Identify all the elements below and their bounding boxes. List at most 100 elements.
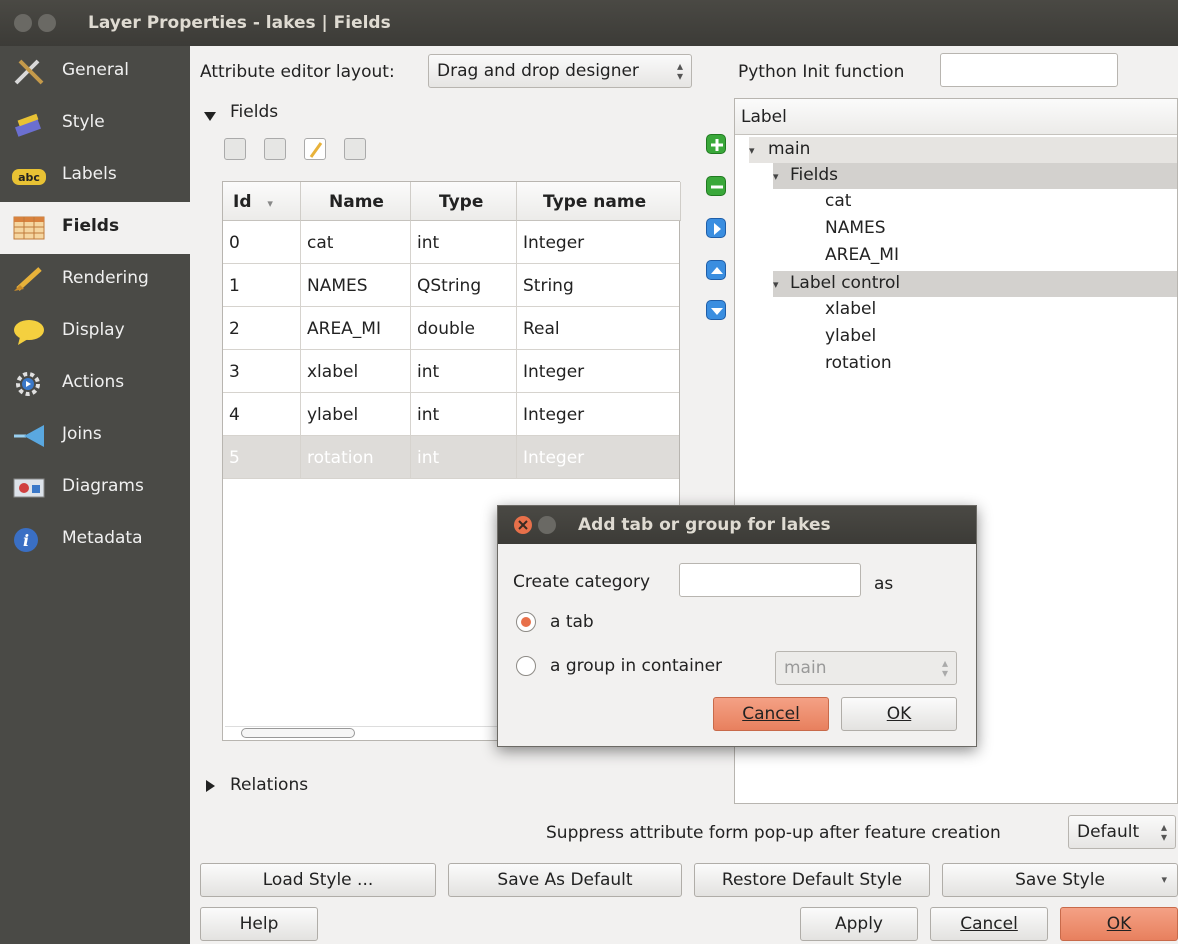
table-icon (12, 215, 48, 241)
sidebar-item-diagrams[interactable]: Diagrams (0, 462, 190, 514)
tree-node-rotation[interactable]: rotation (825, 353, 892, 373)
close-dialog-icon[interactable] (514, 516, 532, 534)
table-row[interactable]: 2 AREA_MI double Real (223, 307, 679, 350)
cell-type-name: Integer (523, 233, 585, 253)
collapse-triangle-icon[interactable] (204, 112, 216, 121)
move-right-icon[interactable] (706, 218, 726, 238)
sidebar-item-label: Style (62, 112, 105, 132)
minimize-window-icon[interactable] (38, 14, 56, 32)
sidebar-item-label: Labels (62, 164, 117, 184)
container-combo-value: main (784, 658, 827, 678)
column-header-type[interactable]: Type (411, 182, 517, 221)
column-header-name[interactable]: Name (301, 182, 411, 221)
cell-id: 1 (223, 264, 301, 307)
dialog-cancel-button[interactable]: Cancel (713, 697, 829, 731)
radio-tab-label: a tab (550, 612, 594, 632)
sidebar-item-style[interactable]: Style (0, 98, 190, 150)
cell-type: int (411, 350, 517, 393)
radio-group[interactable] (516, 656, 536, 676)
category-name-input[interactable] (679, 563, 861, 597)
cancel-button[interactable]: Cancel (930, 907, 1048, 941)
add-icon[interactable] (706, 134, 726, 154)
cell-type-name: Real (523, 319, 560, 339)
tree-node-area-mi[interactable]: AREA_MI (825, 245, 899, 265)
layout-combo[interactable]: Drag and drop designer ▴ ▾ (428, 54, 692, 88)
title-bar: Layer Properties - lakes | Fields (0, 0, 1178, 46)
updown-arrow-icon: ▴ ▾ (941, 656, 948, 680)
tools-icon (12, 59, 48, 85)
tree-node-label-control[interactable]: ▾ Label control (773, 271, 1177, 297)
scrollbar-thumb[interactable] (241, 728, 355, 738)
tree-node-xlabel[interactable]: xlabel (825, 299, 876, 319)
sidebar-item-metadata[interactable]: i Metadata (0, 514, 190, 566)
save-style-button[interactable]: Save Style ▾ (942, 863, 1178, 897)
edit-pencil-icon[interactable] (304, 138, 326, 160)
expand-triangle-icon[interactable] (206, 780, 215, 792)
cell-type-name: Integer (523, 362, 585, 382)
delete-field-icon[interactable] (264, 138, 286, 160)
suppress-combo[interactable]: Default ▴ ▾ (1068, 815, 1176, 849)
column-header-type-name[interactable]: Type name (517, 182, 681, 221)
move-down-icon[interactable] (706, 300, 726, 320)
sidebar-item-label: Actions (62, 372, 125, 392)
gear-icon (12, 371, 48, 397)
sidebar-item-joins[interactable]: Joins (0, 410, 190, 462)
table-row[interactable]: 1 NAMES QString String (223, 264, 679, 307)
cell-type: QString (411, 264, 517, 307)
sidebar-item-labels[interactable]: abc Labels (0, 150, 190, 202)
remove-icon[interactable] (706, 176, 726, 196)
tree-node-main[interactable]: ▾ main (749, 137, 1177, 163)
cell-id: 4 (223, 393, 301, 436)
tree-node-names[interactable]: NAMES (825, 218, 886, 238)
container-combo[interactable]: main ▴ ▾ (775, 651, 957, 685)
load-style-button[interactable]: Load Style ... (200, 863, 436, 897)
updown-arrow-icon: ▴ ▾ (1160, 820, 1167, 844)
cell-name: NAMES (301, 264, 411, 307)
tree-header[interactable]: Label (735, 99, 1177, 135)
info-icon: i (12, 527, 48, 553)
cell-id: 3 (223, 350, 301, 393)
add-tab-group-dialog: Add tab or group for lakes Create catego… (497, 505, 977, 747)
sidebar-item-actions[interactable]: Actions (0, 358, 190, 410)
close-window-icon[interactable] (14, 14, 32, 32)
table-row-selected[interactable]: 5 rotation int Integer (223, 436, 679, 479)
minimize-dialog-icon[interactable] (538, 516, 556, 534)
sort-arrow-icon: ▾ (267, 197, 273, 210)
save-as-default-button[interactable]: Save As Default (448, 863, 682, 897)
join-arrow-icon (12, 423, 48, 449)
new-field-icon[interactable] (224, 138, 246, 160)
sidebar-item-rendering[interactable]: Rendering (0, 254, 190, 306)
cell-name: cat (301, 221, 411, 264)
tree-expand-icon: ▾ (773, 170, 779, 183)
fields-section-title: Fields (230, 102, 279, 122)
radio-tab[interactable] (516, 612, 536, 632)
cell-name: rotation (301, 436, 411, 479)
sidebar-item-label: Fields (62, 216, 120, 236)
table-row[interactable]: 3 xlabel int Integer (223, 350, 679, 393)
dialog-ok-button[interactable]: OK (841, 697, 957, 731)
sidebar-item-general[interactable]: General (0, 46, 190, 98)
cell-id: 5 (223, 436, 301, 479)
field-calculator-icon[interactable] (344, 138, 366, 160)
python-init-input[interactable] (940, 53, 1118, 87)
diagram-icon (12, 475, 48, 501)
ok-button[interactable]: OK (1060, 907, 1178, 941)
cell-id: 2 (223, 307, 301, 350)
tree-node-cat[interactable]: cat (825, 191, 851, 211)
dialog-title-bar: Add tab or group for lakes (498, 506, 976, 544)
cell-id: 0 (223, 221, 301, 264)
speech-bubble-icon (12, 319, 48, 345)
tree-node-ylabel[interactable]: ylabel (825, 326, 876, 346)
help-button[interactable]: Help (200, 907, 318, 941)
apply-button[interactable]: Apply (800, 907, 918, 941)
restore-default-style-button[interactable]: Restore Default Style (694, 863, 930, 897)
table-row[interactable]: 4 ylabel int Integer (223, 393, 679, 436)
column-header-id[interactable]: Id ▾ (223, 182, 301, 221)
move-up-icon[interactable] (706, 260, 726, 280)
sidebar-item-display[interactable]: Display (0, 306, 190, 358)
layout-label: Attribute editor layout: (200, 62, 395, 82)
table-row[interactable]: 0 cat int Integer (223, 221, 679, 264)
sidebar-item-fields[interactable]: Fields (0, 202, 190, 254)
tree-node-fields[interactable]: ▾ Fields (773, 163, 1177, 189)
sidebar-item-label: Rendering (62, 268, 149, 288)
